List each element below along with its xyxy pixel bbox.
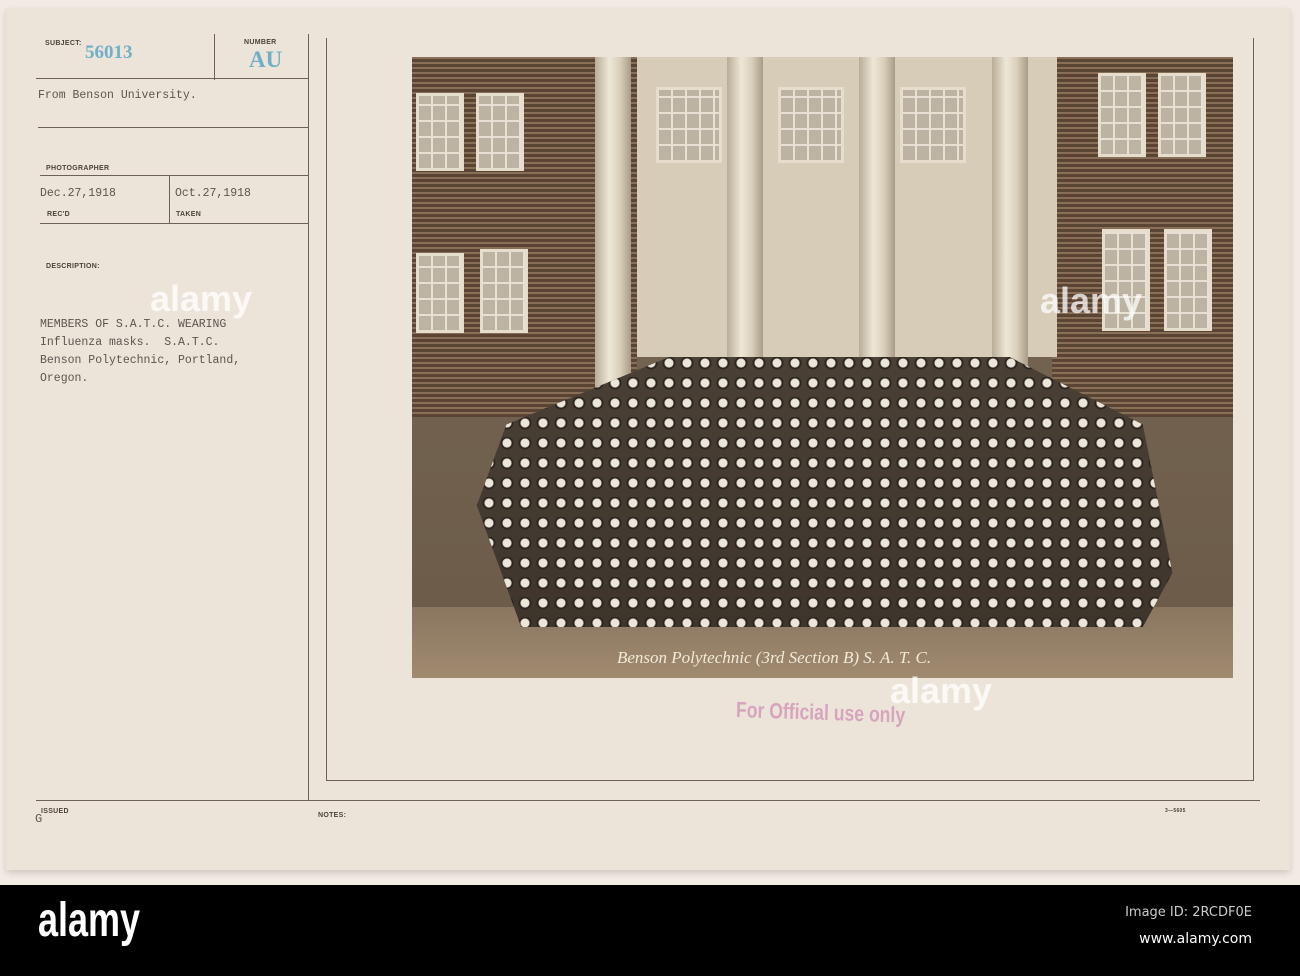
photo-frame-bottom (326, 780, 1254, 781)
divider (308, 34, 309, 800)
column (727, 57, 763, 387)
received-label: REC'D (47, 211, 70, 218)
watermark-logo: alamy (150, 278, 253, 319)
window (416, 253, 464, 333)
official-use-stamp: For Official use only (735, 697, 906, 728)
subject-label: SUBJECT: (45, 40, 82, 47)
description-label: DESCRIPTION: (46, 263, 100, 270)
photo-caption: Benson Polytechnic (3rd Section B) S. A.… (617, 648, 932, 667)
divider (214, 34, 215, 80)
taken-date: Oct.27,1918 (175, 187, 251, 200)
column (992, 57, 1028, 387)
divider (40, 223, 308, 224)
column (859, 57, 895, 387)
description-line: Influenza masks. S.A.T.C. (40, 336, 220, 349)
window (900, 87, 966, 163)
window (416, 93, 464, 171)
photo-frame-right (1253, 38, 1254, 780)
source-text: From Benson University. (38, 89, 197, 102)
window (476, 93, 524, 171)
received-date: Dec.27,1918 (40, 187, 116, 200)
window (778, 87, 844, 163)
notes-label: NOTES: (318, 812, 347, 819)
window (656, 87, 722, 163)
window (1164, 229, 1212, 331)
group-photograph: Benson Polytechnic (3rd Section B) S. A.… (412, 57, 1233, 678)
issued-label: ISSUED (41, 808, 69, 815)
alamy-url[interactable]: www.alamy.com (1139, 931, 1252, 947)
divider (40, 175, 308, 176)
number-value: AU (249, 47, 283, 72)
number-label: NUMBER (244, 39, 277, 46)
divider (38, 127, 308, 128)
subject-number: 56013 (85, 42, 133, 63)
photographer-label: PHOTOGRAPHER (46, 165, 110, 172)
alamy-footer-band: alamy Image ID: 2RCDF0E www.alamy.com (0, 885, 1300, 976)
column (595, 57, 631, 387)
description-line: Oregon. (40, 372, 89, 385)
window (1158, 73, 1206, 157)
form-number: 3—5605 (1165, 808, 1186, 814)
image-id: Image ID: 2RCDF0E (1125, 905, 1252, 920)
window (1098, 73, 1146, 157)
watermark-logo: alamy (1040, 280, 1143, 321)
divider (36, 78, 308, 79)
divider (169, 175, 170, 223)
divider (36, 800, 1260, 801)
taken-label: TAKEN (176, 211, 202, 218)
window (480, 249, 528, 333)
description-line: Benson Polytechnic, Portland, (40, 354, 241, 367)
photo-frame-left (326, 38, 327, 780)
alamy-logo: alamy (38, 894, 141, 947)
watermark-logo: alamy (890, 670, 993, 711)
